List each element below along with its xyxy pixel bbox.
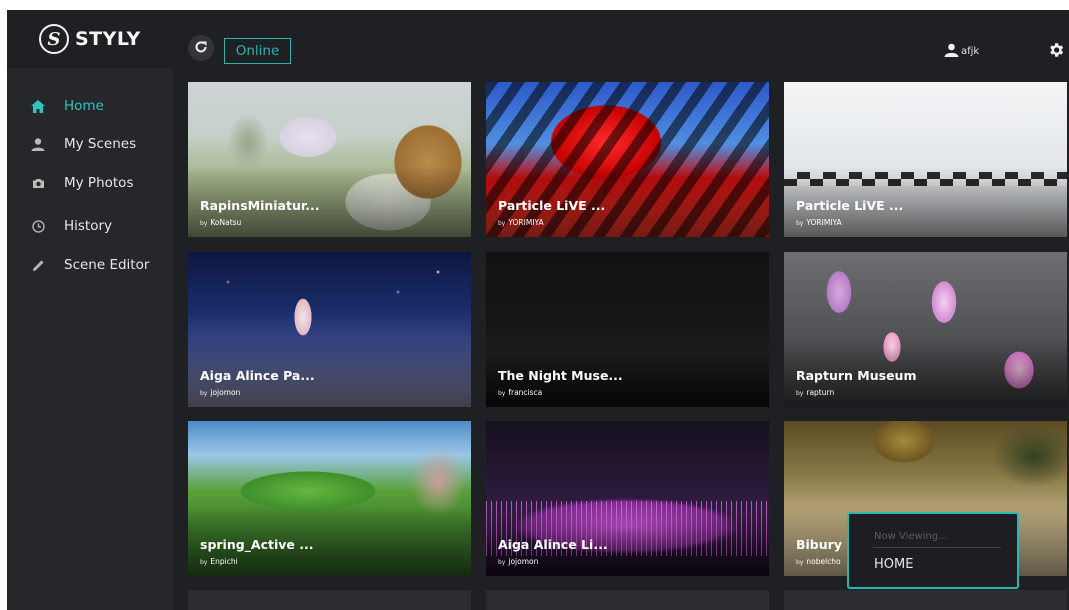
refresh-button[interactable] — [188, 35, 214, 61]
scene-card[interactable]: Aiga Alince Li... by jojomon — [486, 421, 769, 576]
username: afjk — [961, 46, 980, 57]
scene-card-partial[interactable] — [486, 590, 769, 610]
scene-author: by Enpichi — [200, 557, 238, 566]
now-viewing-value: HOME — [874, 557, 914, 572]
scene-title: Rapturn Museum — [796, 368, 917, 383]
home-icon — [29, 97, 47, 115]
scene-title: Particle LiVE ... — [498, 198, 606, 213]
divider — [873, 547, 1001, 548]
scene-title: Aiga Alince Pa... — [200, 368, 315, 383]
logo: S STYLY — [7, 10, 173, 68]
user-icon — [944, 42, 959, 61]
online-status-badge: Online — [224, 38, 291, 64]
settings-gear-icon[interactable] — [1047, 41, 1065, 59]
now-viewing-label: Now Viewing... — [874, 531, 948, 542]
scene-card[interactable]: The Night Muse... by francisca — [486, 252, 769, 407]
camera-icon — [29, 174, 47, 192]
now-viewing-panel: Now Viewing... HOME — [847, 512, 1019, 589]
scene-card-partial[interactable] — [188, 590, 471, 610]
scene-card[interactable]: Particle LiVE ... by YORIMIYA — [486, 82, 769, 237]
logo-text: STYLY — [75, 28, 141, 50]
logo-mark: S — [39, 24, 69, 54]
sidebar-item-scene-editor[interactable]: Scene Editor — [7, 249, 173, 281]
scene-card[interactable]: RapinsMiniatur... by KoNatsu — [188, 82, 471, 237]
scene-card[interactable]: Rapturn Museum by rapturn — [784, 252, 1067, 407]
sidebar-item-history[interactable]: History — [7, 210, 173, 242]
top-bar: Online afjk — [173, 10, 1069, 68]
scene-card-partial[interactable] — [784, 590, 1067, 610]
clock-icon — [29, 217, 47, 235]
pencil-icon — [29, 256, 47, 274]
sidebar-item-label: My Scenes — [64, 136, 137, 152]
scene-author: by francisca — [498, 388, 543, 397]
sidebar-item-my-photos[interactable]: My Photos — [7, 167, 173, 199]
scene-author: by jojomon — [200, 388, 241, 397]
scene-card[interactable]: Aiga Alince Pa... by jojomon — [188, 252, 471, 407]
sidebar-item-label: My Photos — [64, 175, 134, 191]
refresh-icon — [194, 39, 208, 58]
scene-author: by YORIMIYA — [796, 218, 842, 227]
scene-title: spring_Active ... — [200, 537, 314, 552]
user-menu[interactable]: afjk — [944, 42, 979, 61]
styly-app: S STYLY Home My Scenes My Photos History… — [7, 10, 1069, 610]
scene-card[interactable]: Particle LiVE ... by YORIMIYA — [784, 82, 1067, 237]
scene-title: RapinsMiniatur... — [200, 198, 320, 213]
sidebar-item-label: History — [64, 218, 113, 234]
scene-author: by rapturn — [796, 388, 835, 397]
scene-title: Aiga Alince Li... — [498, 537, 608, 552]
scene-title: Particle LiVE ... — [796, 198, 904, 213]
scene-author: by jojomon — [498, 557, 539, 566]
sidebar: S STYLY Home My Scenes My Photos History… — [7, 10, 173, 610]
sidebar-item-home[interactable]: Home — [7, 90, 173, 122]
scene-author: by YORIMIYA — [498, 218, 544, 227]
scene-card[interactable]: spring_Active ... by Enpichi — [188, 421, 471, 576]
sidebar-item-label: Home — [64, 98, 104, 114]
sidebar-item-my-scenes[interactable]: My Scenes — [7, 128, 173, 160]
scene-title: The Night Muse... — [498, 368, 623, 383]
person-icon — [29, 135, 47, 153]
scene-author: by nobelcho — [796, 557, 841, 566]
sidebar-item-label: Scene Editor — [64, 257, 150, 273]
scene-author: by KoNatsu — [200, 218, 242, 227]
